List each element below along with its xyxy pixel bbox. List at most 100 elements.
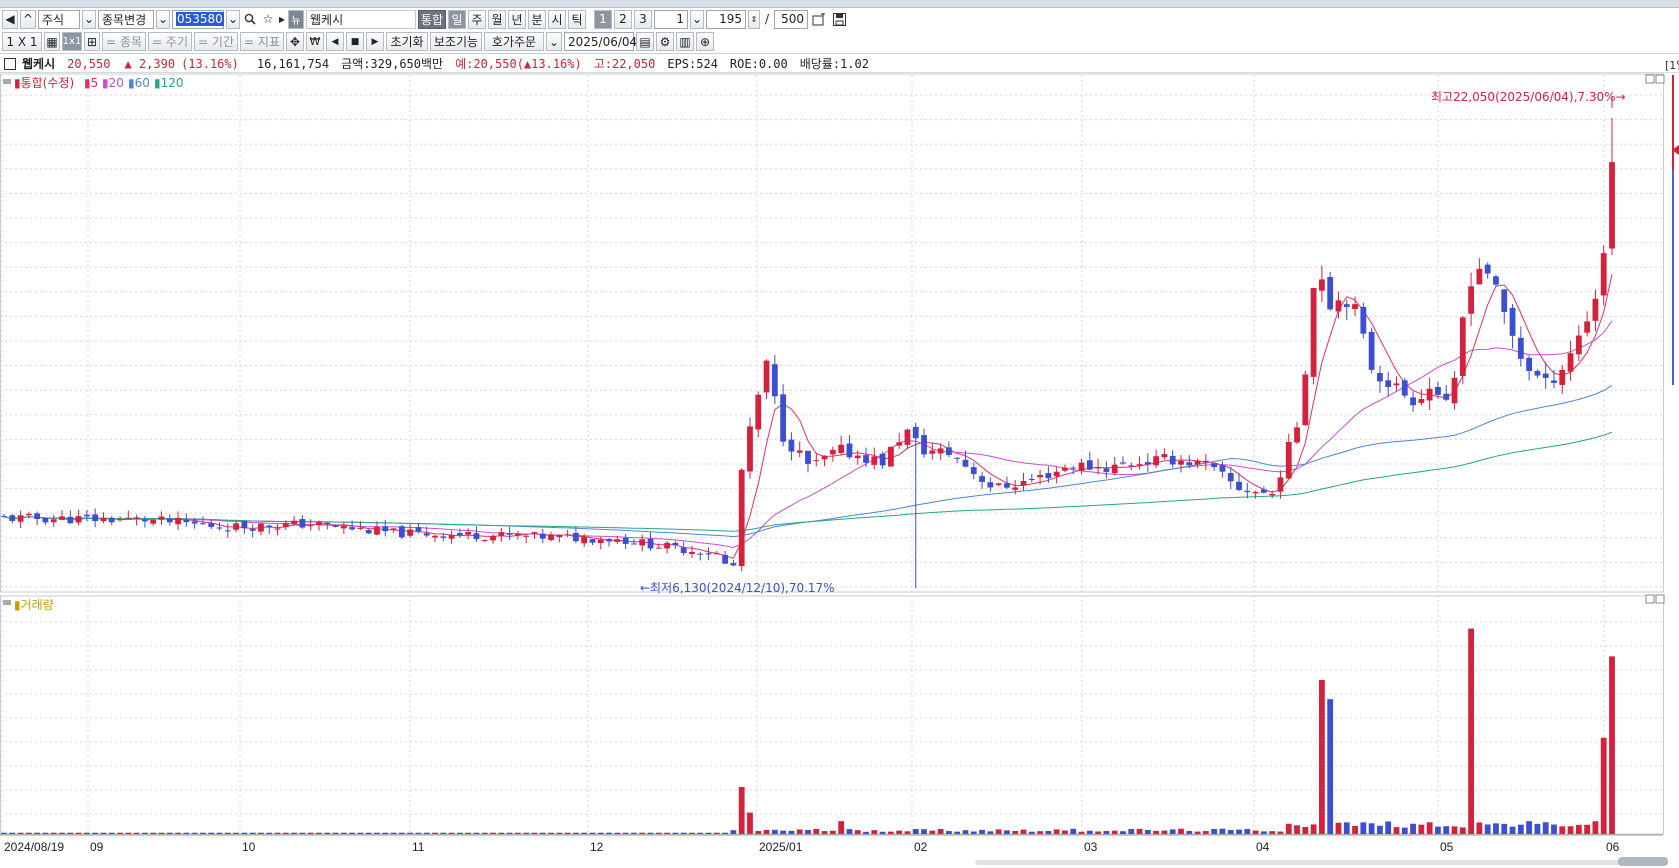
candle-body xyxy=(1335,300,1342,312)
volume-bar xyxy=(1178,828,1184,834)
volume-bar xyxy=(365,832,372,834)
volume-bar xyxy=(1219,828,1226,834)
candle-body xyxy=(1468,286,1474,314)
candle-body xyxy=(631,543,637,545)
volume-bar xyxy=(407,832,414,834)
volume-bar xyxy=(805,829,811,834)
volume-bar xyxy=(456,832,463,834)
volume-bar xyxy=(647,832,654,834)
x-axis-label: 2025/01 xyxy=(759,840,803,854)
candle-body xyxy=(523,535,530,537)
volume-bar xyxy=(42,832,49,834)
volume-bar xyxy=(249,832,256,834)
candle-body xyxy=(1219,465,1226,472)
volume-bar xyxy=(614,832,621,834)
candle-body xyxy=(1551,380,1557,383)
candle-body xyxy=(672,542,679,546)
volume-bar xyxy=(1078,831,1085,834)
volume-bar xyxy=(946,831,952,834)
candle-body xyxy=(1584,321,1591,333)
candle-body xyxy=(34,513,41,520)
candle-body xyxy=(531,532,538,534)
candle-body xyxy=(25,513,32,516)
horizontal-scrollbar-track[interactable] xyxy=(975,860,1635,865)
volume-bar xyxy=(92,832,99,834)
volume-bar xyxy=(929,830,936,834)
volume-bar xyxy=(1401,827,1408,834)
candle-body xyxy=(597,539,604,543)
candle-body xyxy=(1120,462,1126,464)
candle-body xyxy=(871,456,878,465)
stock-chart[interactable]: 2024/08/19 09 10 11 12 2025/01 02 03 04 05 06 [1일 ▮통… xyxy=(0,0,1679,868)
candle-body xyxy=(200,523,206,525)
volume-bar xyxy=(59,832,65,834)
candle-body xyxy=(548,534,554,541)
volume-bar xyxy=(896,830,903,834)
volume-bar xyxy=(1318,679,1325,834)
candle-body xyxy=(92,514,99,522)
candle-body xyxy=(1310,287,1317,377)
volume-bar xyxy=(1368,823,1375,834)
volume-bar xyxy=(473,832,480,834)
legend-ma-20: ▮20 xyxy=(102,76,124,90)
volume-bar xyxy=(506,832,513,834)
volume-bar xyxy=(1310,824,1317,834)
horizontal-scrollbar-thumb[interactable] xyxy=(1618,857,1668,866)
candle-body xyxy=(904,429,911,445)
volume-bar xyxy=(755,831,762,834)
volume-bar xyxy=(1202,831,1209,834)
candle-body xyxy=(1186,462,1193,466)
volume-bar xyxy=(1186,830,1193,834)
candle-body xyxy=(813,460,820,462)
volume-bar xyxy=(680,832,687,834)
volume-bar xyxy=(846,829,853,834)
candle-body xyxy=(117,519,123,521)
volume-legend-title: ▮거래량 xyxy=(14,598,54,612)
candle-body xyxy=(747,426,753,472)
volume-bar xyxy=(1236,829,1242,834)
volume-bar xyxy=(1194,831,1201,834)
volume-bar xyxy=(1136,828,1143,834)
volume-bar xyxy=(1534,823,1541,834)
candle-body xyxy=(473,533,480,540)
candle-body xyxy=(796,450,803,453)
candle-body xyxy=(788,439,795,452)
candle-body xyxy=(755,394,762,430)
candle-body xyxy=(191,521,198,524)
volume-bar xyxy=(664,832,670,834)
volume-bar xyxy=(175,832,181,834)
candle-body xyxy=(108,517,115,523)
candle-body xyxy=(1236,481,1242,491)
candle-body xyxy=(324,522,331,524)
volume-bar xyxy=(83,832,90,834)
candle-body xyxy=(1161,453,1168,458)
volume-bar xyxy=(108,832,115,834)
volume-bar xyxy=(738,786,745,834)
candle-body xyxy=(1559,369,1566,385)
candle-body xyxy=(1004,483,1010,488)
volume-bar xyxy=(1493,823,1499,834)
candle-body xyxy=(713,553,720,555)
candle-body xyxy=(647,538,654,549)
panel-control-icon xyxy=(1645,74,1655,84)
candle-body xyxy=(274,528,281,530)
candle-body xyxy=(282,523,289,528)
candle-body xyxy=(1070,467,1077,469)
volume-bar xyxy=(1086,830,1093,834)
candle-body xyxy=(1484,264,1491,274)
volume-panel-border xyxy=(0,595,1664,835)
candle-body xyxy=(1111,464,1118,474)
candle-body xyxy=(1385,380,1392,388)
candle-body xyxy=(456,533,463,536)
x-axis-label: 04 xyxy=(1256,840,1270,854)
volume-bar xyxy=(282,832,289,834)
volume-bar xyxy=(780,830,787,834)
volume-bar xyxy=(1327,699,1334,834)
volume-bar xyxy=(158,832,165,834)
high-annotation: 최고22,050(2025/06/04),7.30%→ xyxy=(1431,90,1626,104)
volume-bar xyxy=(1302,826,1309,834)
candle-body xyxy=(398,526,405,538)
candle-body xyxy=(1294,427,1300,443)
volume-bar xyxy=(17,832,24,834)
candle-body xyxy=(946,447,952,456)
